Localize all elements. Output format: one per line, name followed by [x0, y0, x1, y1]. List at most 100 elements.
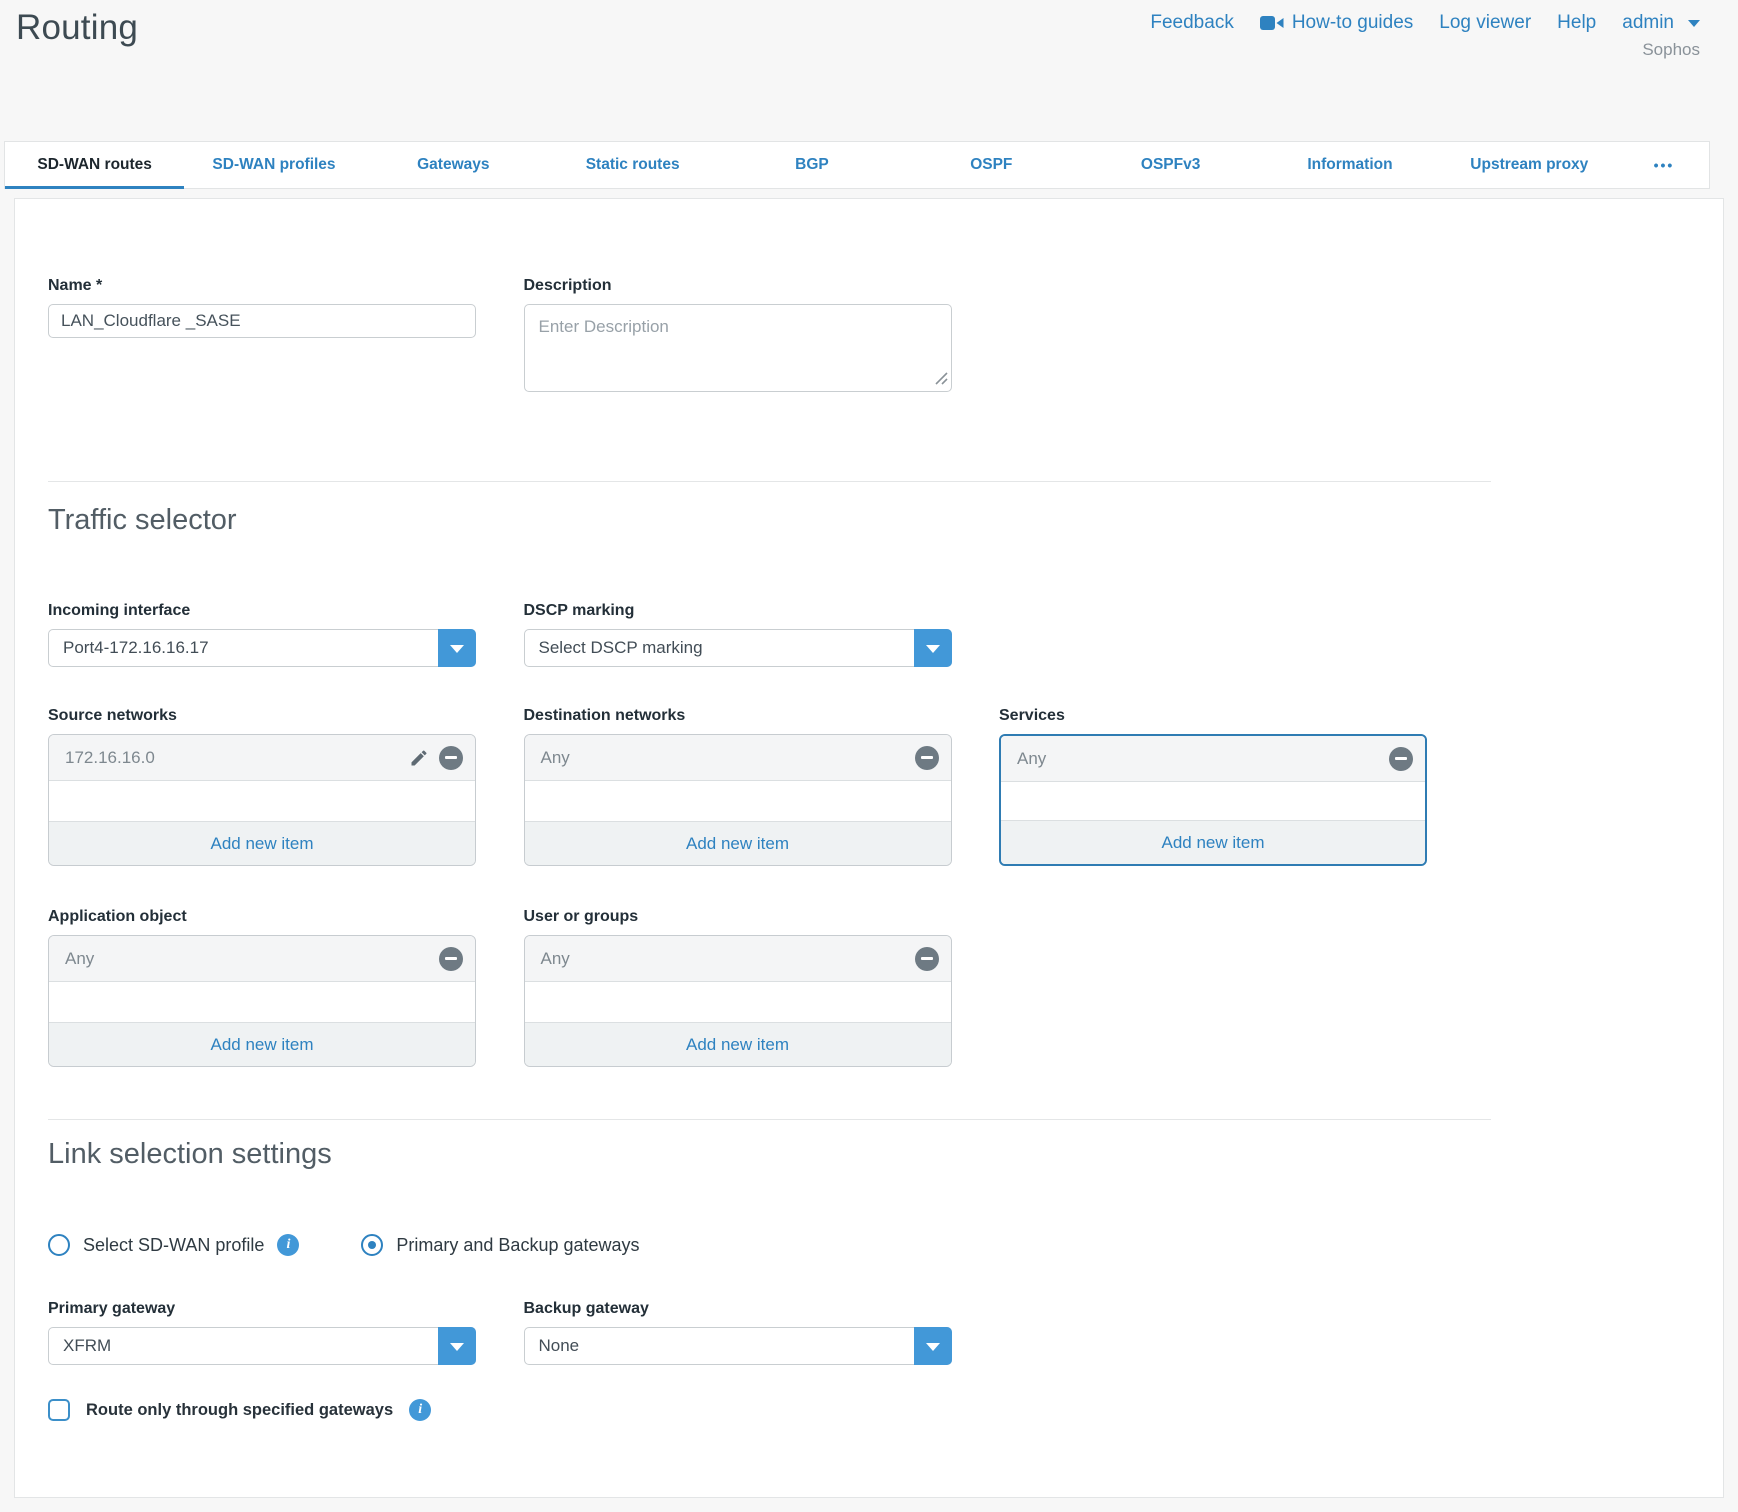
dropdown-button[interactable]: [914, 1327, 952, 1365]
video-camera-icon: [1260, 15, 1284, 31]
remove-icon[interactable]: [915, 947, 939, 971]
services-label: Services: [999, 707, 1427, 725]
add-new-item-button[interactable]: Add new item: [49, 1022, 475, 1066]
add-new-item-button[interactable]: Add new item: [1001, 820, 1425, 864]
primary-gateway-group: Primary gateway XFRM: [48, 1300, 476, 1365]
tab-ospf[interactable]: OSPF: [902, 142, 1081, 188]
tab-sdwan-routes[interactable]: SD-WAN routes: [5, 142, 184, 188]
radio-icon[interactable]: [361, 1234, 383, 1256]
admin-user-label: admin: [1622, 12, 1674, 34]
chevron-down-icon: [926, 1343, 940, 1351]
chevron-down-icon: [450, 645, 464, 653]
section-divider: [48, 481, 1491, 482]
backup-gateway-group: Backup gateway None: [524, 1300, 952, 1365]
info-icon[interactable]: i: [277, 1234, 299, 1256]
list-item-value: Any: [1017, 749, 1379, 769]
list-item-value: 172.16.16.0: [65, 748, 399, 768]
radio-label: Primary and Backup gateways: [396, 1235, 639, 1256]
radio-primary-backup-gateways[interactable]: Primary and Backup gateways: [361, 1234, 639, 1256]
destination-networks-listbox: Any Add new item: [524, 734, 952, 866]
content-card: Name * Description Traffic selector Inco…: [14, 198, 1724, 1498]
route-only-checkbox[interactable]: [48, 1399, 70, 1421]
section-divider: [48, 1119, 1491, 1120]
list-item: Any: [525, 735, 951, 781]
tab-upstream-proxy[interactable]: Upstream proxy: [1440, 142, 1619, 188]
add-new-item-button[interactable]: Add new item: [525, 1022, 951, 1066]
edit-icon[interactable]: [409, 748, 429, 768]
header-links: Feedback How-to guides Log viewer Help a…: [1150, 12, 1700, 34]
destination-networks-group: Destination networks Any Add new item: [524, 707, 952, 866]
tab-information[interactable]: Information: [1260, 142, 1439, 188]
incoming-interface-select[interactable]: Port4-172.16.16.17: [48, 629, 476, 667]
list-item-value: Any: [65, 949, 429, 969]
add-new-item-button[interactable]: Add new item: [49, 821, 475, 865]
user-groups-listbox: Any Add new item: [524, 935, 952, 1067]
source-networks-listbox: 172.16.16.0 Add new item: [48, 734, 476, 866]
dscp-marking-value: Select DSCP marking: [525, 638, 914, 658]
name-input[interactable]: [48, 304, 476, 338]
tab-overflow-menu[interactable]: •••: [1619, 142, 1709, 188]
backup-gateway-select[interactable]: None: [524, 1327, 952, 1365]
tab-bgp[interactable]: BGP: [722, 142, 901, 188]
list-item-value: Any: [541, 748, 905, 768]
tab-ospfv3[interactable]: OSPFv3: [1081, 142, 1260, 188]
description-field-group: Description: [524, 277, 952, 397]
add-new-item-button[interactable]: Add new item: [525, 821, 951, 865]
incoming-interface-label: Incoming interface: [48, 602, 476, 620]
howto-guides-link[interactable]: How-to guides: [1260, 12, 1413, 34]
user-groups-label: User or groups: [524, 908, 952, 926]
howto-guides-label: How-to guides: [1292, 12, 1413, 34]
feedback-link[interactable]: Feedback: [1150, 12, 1233, 34]
user-groups-group: User or groups Any Add new item: [524, 908, 952, 1067]
remove-icon[interactable]: [1389, 747, 1413, 771]
primary-gateway-select[interactable]: XFRM: [48, 1327, 476, 1365]
route-only-checkbox-label: Route only through specified gateways: [86, 1401, 393, 1420]
log-viewer-link[interactable]: Log viewer: [1439, 12, 1531, 34]
radio-select-sdwan-profile[interactable]: Select SD-WAN profile i: [48, 1234, 299, 1256]
remove-icon[interactable]: [915, 746, 939, 770]
remove-icon[interactable]: [439, 947, 463, 971]
source-networks-label: Source networks: [48, 707, 476, 725]
dscp-marking-select[interactable]: Select DSCP marking: [524, 629, 952, 667]
list-item: Any: [49, 936, 475, 982]
services-group: Services Any Add new item: [999, 707, 1427, 866]
dropdown-button[interactable]: [438, 1327, 476, 1365]
tab-gateways[interactable]: Gateways: [364, 142, 543, 188]
list-item-value: Any: [541, 949, 905, 969]
tab-bar: SD-WAN routes SD-WAN profiles Gateways S…: [4, 141, 1710, 189]
description-label: Description: [524, 277, 952, 295]
application-object-group: Application object Any Add new item: [48, 908, 476, 1067]
tab-sdwan-profiles[interactable]: SD-WAN profiles: [184, 142, 363, 188]
info-icon[interactable]: i: [409, 1399, 431, 1421]
chevron-down-icon: [1688, 20, 1700, 27]
destination-networks-label: Destination networks: [524, 707, 952, 725]
incoming-interface-value: Port4-172.16.16.17: [49, 638, 438, 658]
chevron-down-icon: [926, 645, 940, 653]
services-listbox: Any Add new item: [999, 734, 1427, 866]
list-item: Any: [1001, 736, 1425, 782]
source-networks-group: Source networks 172.16.16.0 Add new item: [48, 707, 476, 866]
dropdown-button[interactable]: [914, 629, 952, 667]
list-item: Any: [525, 936, 951, 982]
list-item: 172.16.16.0: [49, 735, 475, 781]
application-object-label: Application object: [48, 908, 476, 926]
admin-user-menu[interactable]: admin: [1622, 12, 1700, 34]
name-field-group: Name *: [48, 277, 476, 397]
help-link[interactable]: Help: [1557, 12, 1596, 34]
radio-icon[interactable]: [48, 1234, 70, 1256]
remove-icon[interactable]: [439, 746, 463, 770]
primary-gateway-value: XFRM: [49, 1336, 438, 1356]
incoming-interface-group: Incoming interface Port4-172.16.16.17: [48, 602, 476, 667]
description-textarea[interactable]: [524, 304, 952, 392]
dropdown-button[interactable]: [438, 629, 476, 667]
top-header: Routing Feedback How-to guides Log viewe…: [0, 0, 1738, 141]
application-object-listbox: Any Add new item: [48, 935, 476, 1067]
brand-label: Sophos: [1642, 40, 1700, 60]
dscp-marking-label: DSCP marking: [524, 602, 952, 620]
radio-label: Select SD-WAN profile: [83, 1235, 264, 1256]
page-title: Routing: [16, 8, 138, 48]
primary-gateway-label: Primary gateway: [48, 1300, 476, 1318]
link-selection-heading: Link selection settings: [48, 1136, 1491, 1172]
tab-static-routes[interactable]: Static routes: [543, 142, 722, 188]
backup-gateway-value: None: [525, 1336, 914, 1356]
